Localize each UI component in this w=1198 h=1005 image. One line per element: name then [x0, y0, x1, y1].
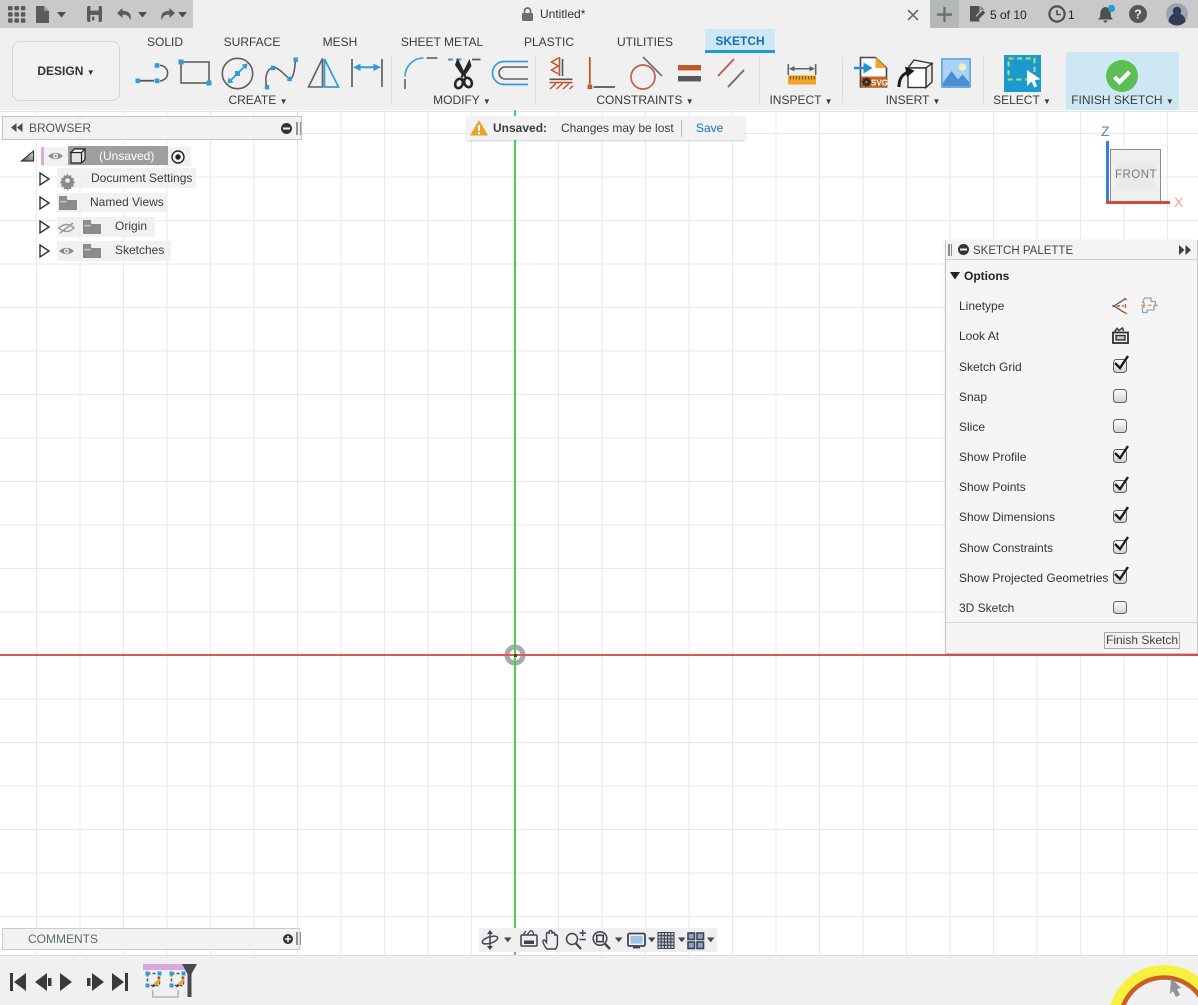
svg-text:SVG: SVG: [871, 78, 888, 87]
svg-text:?: ?: [1134, 7, 1142, 21]
